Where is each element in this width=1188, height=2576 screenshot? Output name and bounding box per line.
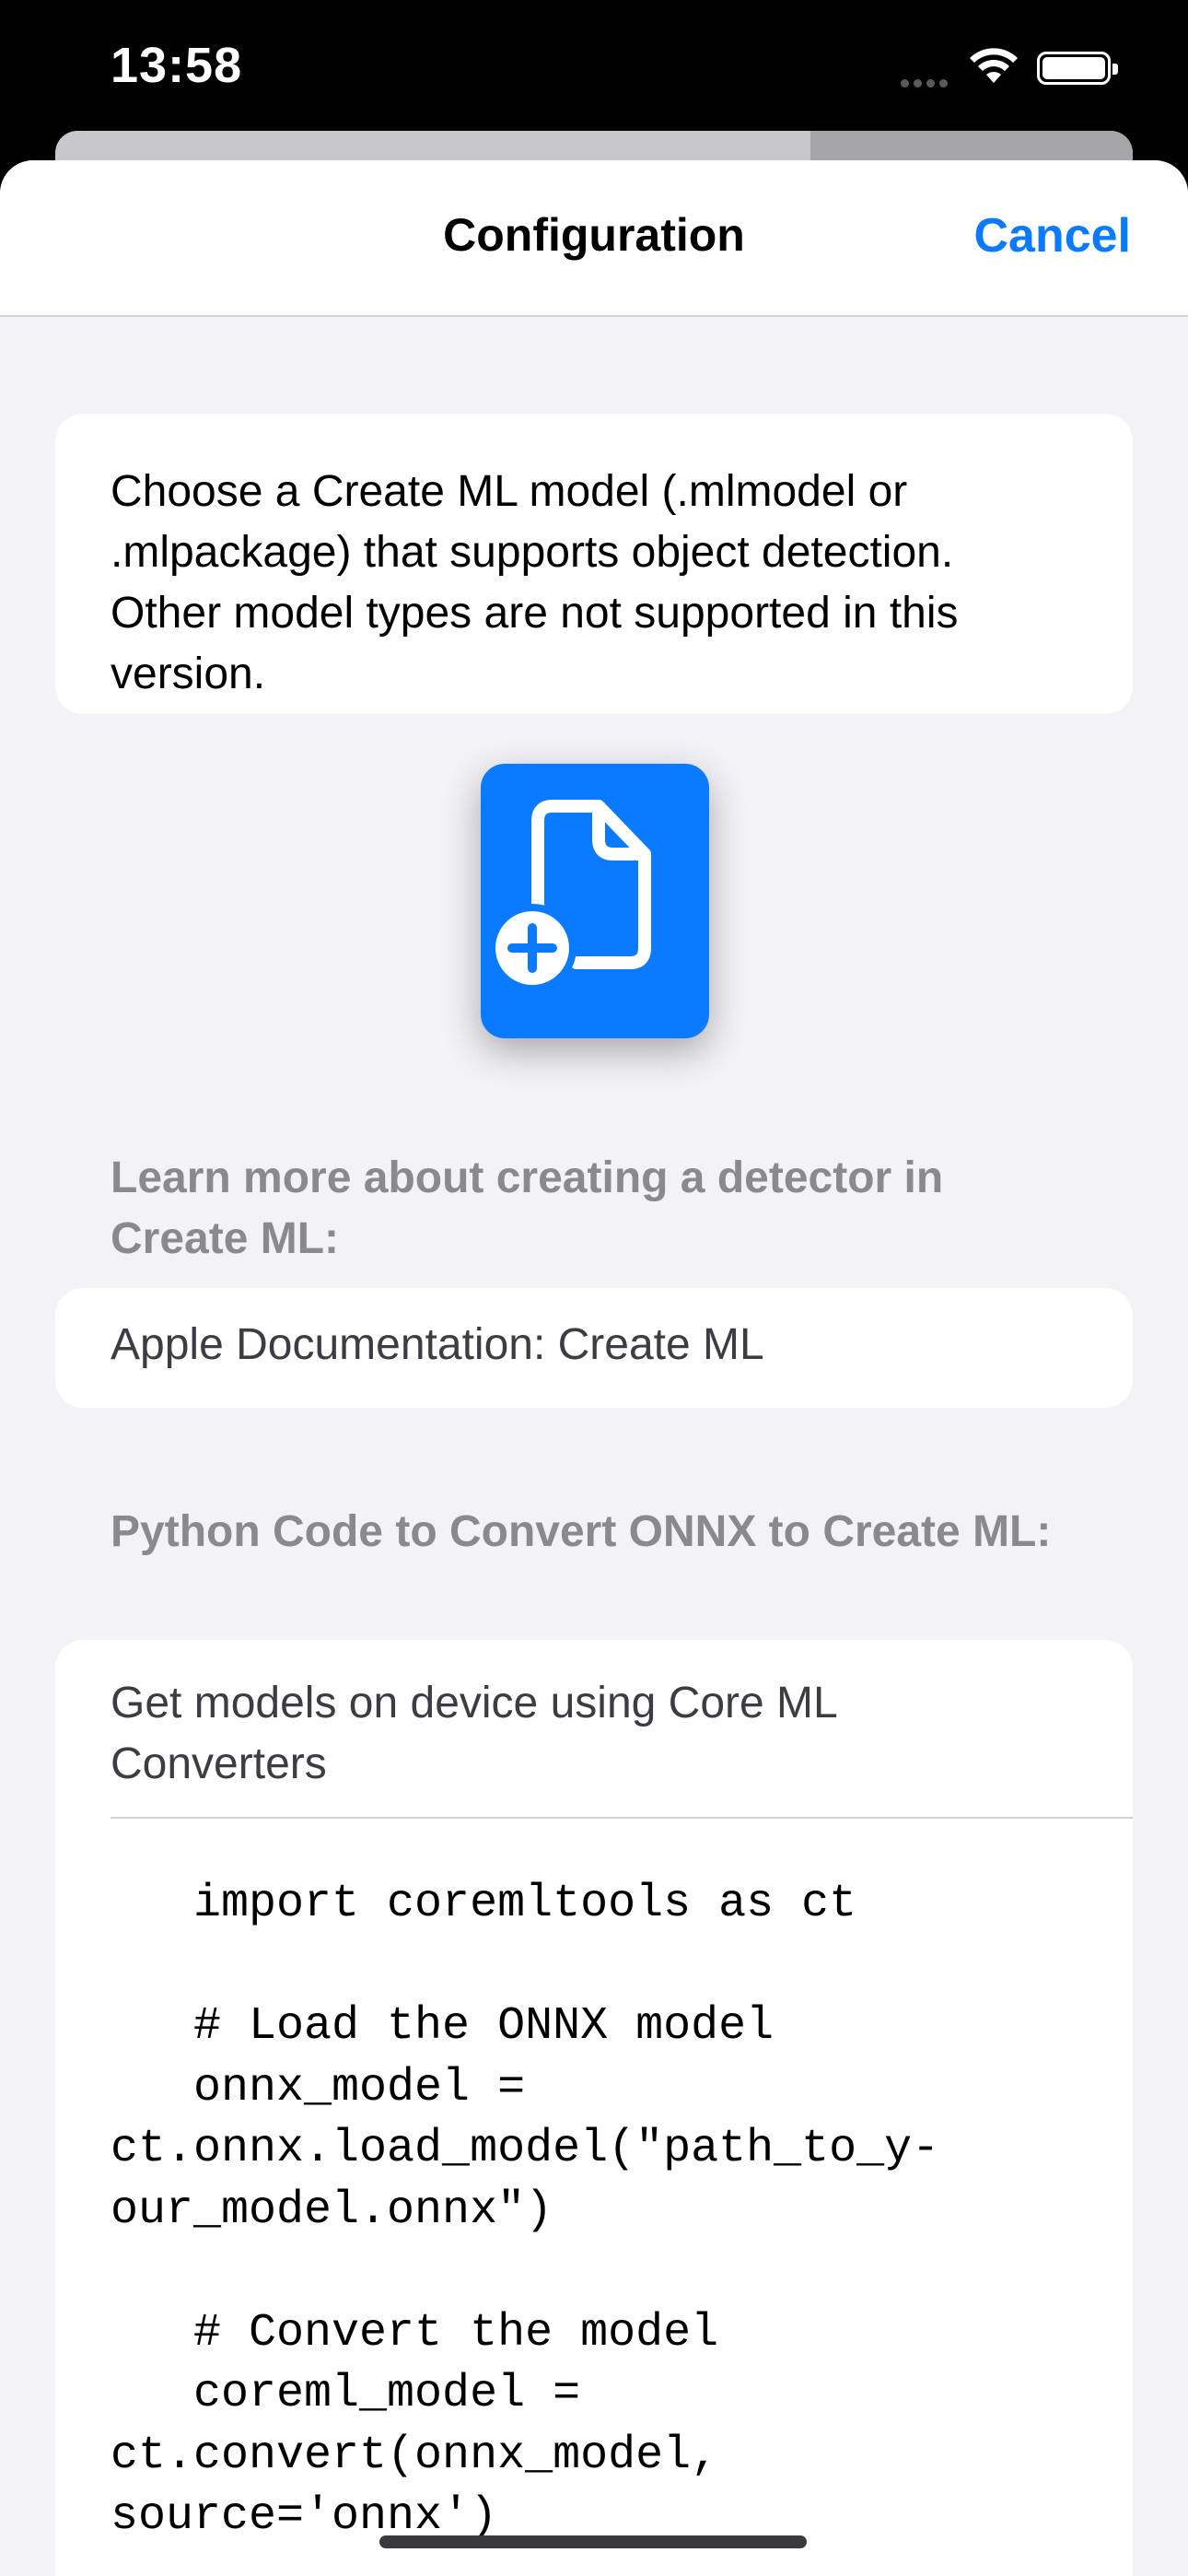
- cellular-signal-icon: [901, 76, 952, 92]
- add-model-button[interactable]: [481, 764, 709, 1038]
- home-indicator[interactable]: [379, 2535, 807, 2548]
- divider: [111, 1817, 1133, 1819]
- info-text: Choose a Create ML model (.mlmodel or .m…: [111, 467, 959, 698]
- python-code-block: import coremltools as ct # Load the ONNX…: [111, 1878, 940, 2543]
- create-ml-doc-label: Apple Documentation: Create ML: [111, 1320, 764, 1369]
- wifi-icon: [970, 48, 1018, 83]
- python-code-header: Python Code to Convert ONNX to Create ML…: [111, 1507, 1052, 1556]
- create-ml-doc-link[interactable]: Apple Documentation: Create ML: [55, 1288, 1133, 1408]
- navigation-bar: Configuration Cancel: [0, 160, 1188, 317]
- cancel-button[interactable]: Cancel: [973, 208, 1131, 263]
- status-bar: 13:58: [0, 0, 1188, 138]
- info-card: Choose a Create ML model (.mlmodel or .m…: [55, 414, 1133, 714]
- doc-badge-plus-icon: [488, 800, 651, 992]
- configuration-sheet: Configuration Cancel Choose a Create ML …: [0, 160, 1188, 2576]
- learn-more-header: Learn more about creating a detector in …: [111, 1153, 944, 1263]
- core-ml-converters-link[interactable]: Get models on device using Core ML Conve…: [111, 1673, 939, 1795]
- battery-icon: [1037, 52, 1118, 85]
- status-time: 13:58: [111, 38, 243, 93]
- python-code-card: Get models on device using Core ML Conve…: [55, 1640, 1133, 2576]
